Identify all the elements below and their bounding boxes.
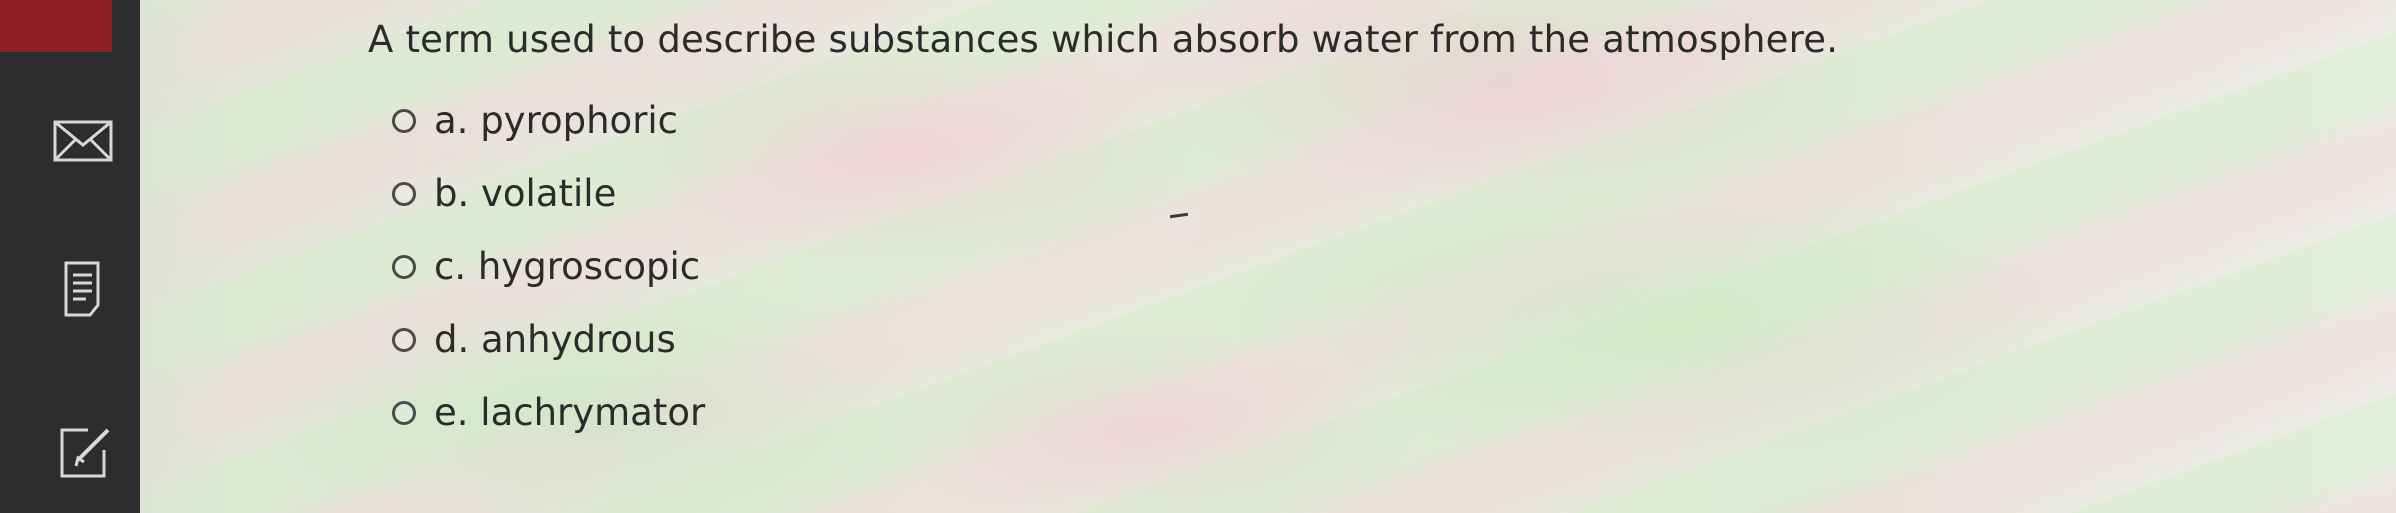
option-d-radio[interactable] bbox=[392, 327, 416, 352]
edit-icon[interactable] bbox=[48, 418, 118, 488]
option-d[interactable]: d. anhydrous bbox=[392, 303, 705, 376]
option-b[interactable]: b. volatile bbox=[392, 157, 705, 230]
answer-options: a. pyrophoric b. volatile c. hygroscopic… bbox=[392, 84, 705, 449]
notes-icon[interactable] bbox=[48, 255, 118, 325]
option-d-label[interactable]: d. anhydrous bbox=[434, 318, 676, 361]
option-c-radio[interactable] bbox=[392, 254, 416, 279]
option-a[interactable]: a. pyrophoric bbox=[392, 84, 705, 157]
question-text: A term used to describe substances which… bbox=[368, 18, 1839, 61]
option-b-radio[interactable] bbox=[392, 181, 416, 206]
sidebar-edge-shadow bbox=[140, 0, 230, 513]
option-a-label[interactable]: a. pyrophoric bbox=[434, 99, 678, 142]
screen-background bbox=[0, 0, 2396, 513]
option-e-radio[interactable] bbox=[392, 400, 416, 425]
sidebar-accent-tab[interactable] bbox=[0, 0, 112, 52]
mail-icon[interactable] bbox=[48, 105, 118, 175]
option-c[interactable]: c. hygroscopic bbox=[392, 230, 705, 303]
option-a-radio[interactable] bbox=[392, 108, 416, 133]
option-b-label[interactable]: b. volatile bbox=[434, 172, 616, 215]
option-c-label[interactable]: c. hygroscopic bbox=[434, 245, 700, 288]
option-e-label[interactable]: e. lachrymator bbox=[434, 391, 705, 434]
sidebar bbox=[0, 0, 140, 513]
option-e[interactable]: e. lachrymator bbox=[392, 376, 705, 449]
